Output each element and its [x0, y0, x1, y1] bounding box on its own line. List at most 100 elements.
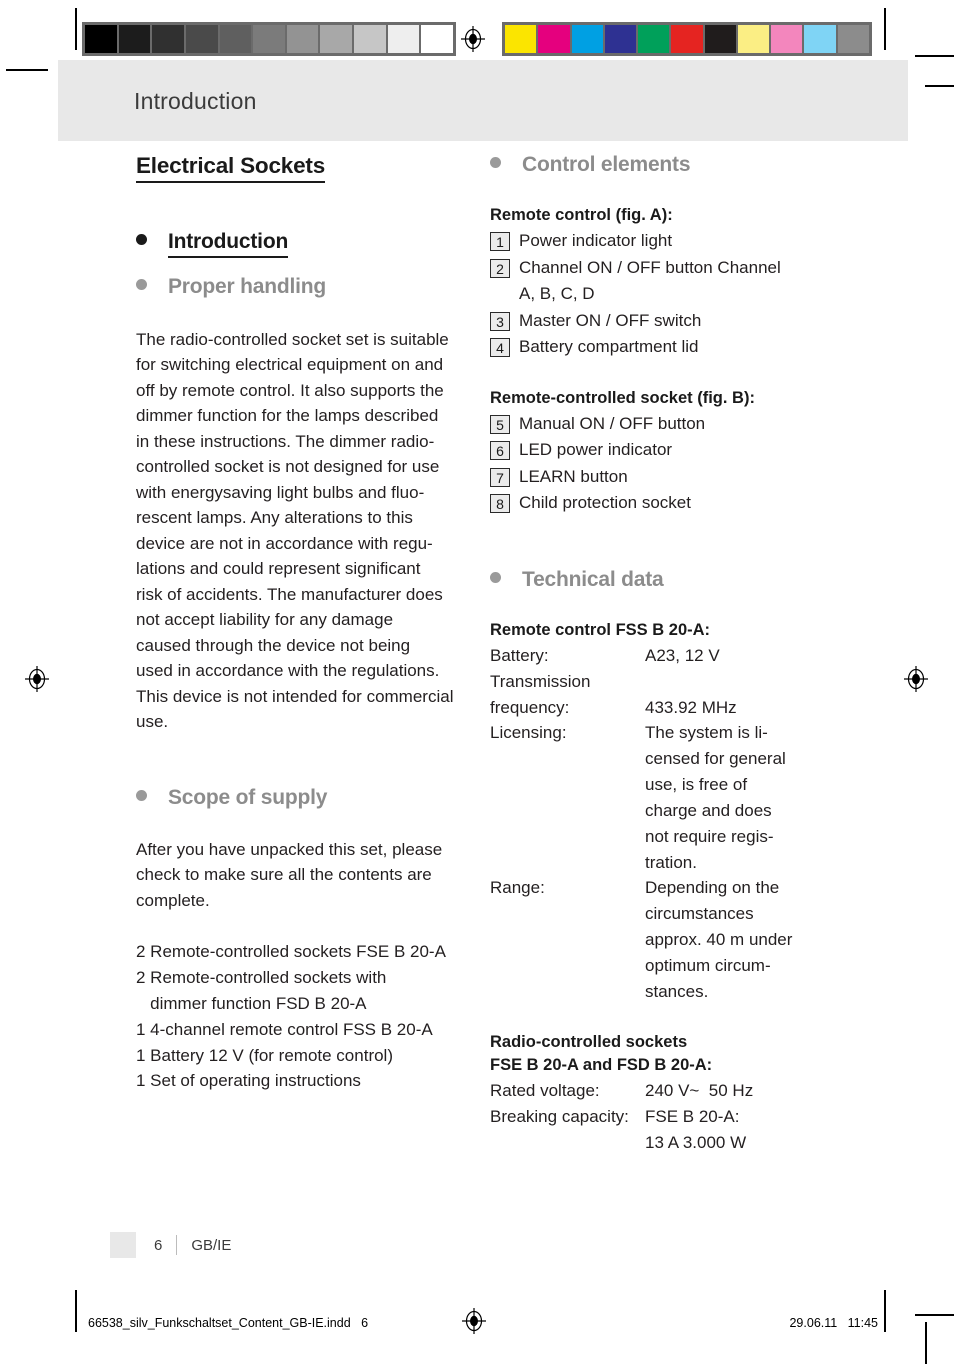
legend-item-label: Child protection socket [519, 490, 838, 517]
spec-table-sockets: Rated voltage: 240 V~ 50 Hz Breaking capac… [490, 1078, 838, 1155]
registration-mark-right-icon [903, 666, 929, 692]
crop-mark-top-right-vertical [884, 8, 886, 50]
legend-item: 8 Child protection socket [490, 490, 838, 517]
text-line: risk of accidents. The manufacturer does [136, 584, 443, 604]
bullet-icon [136, 234, 147, 245]
spec-key: Licensing: [490, 723, 567, 743]
footer-color-tab [110, 1232, 136, 1258]
text-line: caused through the device not being [136, 635, 411, 655]
text-line: lations and could represent significant [136, 559, 421, 578]
text-line: Channel ON / OFF button Channel [519, 257, 781, 277]
text-line: use, is free of [645, 775, 748, 795]
text-line [645, 669, 838, 695]
text-line: Child protection socket [519, 493, 691, 513]
text-line: 1 4-channel remote control FSS B 20-A [136, 1019, 433, 1039]
spec-title-sockets-line1: Radio-controlled sockets [490, 1032, 688, 1051]
text-line: charge and does [645, 800, 772, 820]
section-heading-control-elements: Control elements [490, 152, 838, 178]
legend-item-label: Battery compartment lid [519, 334, 838, 361]
text-line: use. [136, 712, 169, 731]
section-heading-scope-of-supply: Scope of supply [136, 785, 466, 811]
gray-swatch-10 [421, 25, 454, 53]
color-swatch-2 [571, 25, 605, 53]
spec-row: frequency: 433.92 MHz [490, 695, 838, 721]
spec-key: frequency: [490, 697, 570, 717]
text-line: in these instructions. The dimmer radio- [136, 431, 435, 451]
section-heading-proper-handling-label: Proper handling [168, 275, 327, 299]
spec-row: Battery: A23, 12 V [490, 643, 838, 669]
legend-item: 5 Manual ON / OFF button [490, 411, 838, 438]
spec-row: Range: Depending on the circumstances appro… [490, 875, 838, 1004]
print-production-footer: 66538_silv_Funkschaltset_Content_GB-IE.i… [88, 1312, 878, 1334]
text-line: After you have unpacked this set, please [136, 839, 443, 859]
text-line: This device is not intended for commerci… [136, 686, 454, 706]
section-heading-proper-handling: Proper handling [136, 274, 466, 300]
text-line: censed for general [645, 749, 786, 769]
bullet-icon [490, 157, 501, 168]
crop-mark-top-right-horizontal-a [915, 55, 954, 57]
legend-item-label: Channel ON / OFF button Channel A, B, C, … [519, 255, 838, 308]
subheading-remote-controlled-socket-fig-b: Remote-controlled socket (fig. B): [490, 388, 755, 407]
running-header-title: Introduction [134, 88, 257, 114]
legend-item-label: LED power indicator [519, 437, 838, 464]
legend-number-box: 6 [490, 441, 510, 461]
text-line: LED power indicator [519, 440, 673, 460]
spec-value: 240 V~ 50 Hz [645, 1078, 838, 1104]
color-swatch-3 [604, 25, 639, 53]
legend-item: 6 LED power indicator [490, 437, 838, 464]
bullet-icon [490, 571, 501, 583]
spec-key: Transmission [490, 671, 591, 691]
section-heading-technical-data: Technical data [490, 567, 838, 593]
text-line: rescent lamps. Any alterations to this [136, 508, 413, 527]
spec-value: Depending on the circumstances approx. 40 … [645, 875, 838, 1004]
running-header-band: Introduction [58, 60, 908, 141]
text-line: LEARN button [519, 466, 628, 486]
bullet-icon [136, 279, 147, 291]
footer-language-code: GB/IE [191, 1236, 232, 1254]
text-line: check to make sure all the contents are [136, 865, 432, 885]
color-swatch-10 [837, 25, 869, 53]
legend-item-label: LEARN button [519, 464, 838, 491]
spec-key: Range: [490, 878, 545, 898]
text-line: with energysaving light bulbs and fluo- [136, 482, 425, 502]
text-line: controlled socket is not designed for us… [136, 457, 440, 476]
legend-number-box: 1 [490, 232, 510, 252]
section-heading-scope-of-supply-label: Scope of supply [168, 785, 328, 809]
legend-number-box: 4 [490, 338, 510, 358]
color-swatch-0 [505, 25, 539, 53]
text-line: off by remote control. It also supports … [136, 380, 444, 400]
spec-title-sockets-line2: FSE B 20-A and FSD B 20-A: [490, 1056, 713, 1075]
gray-swatch-3 [185, 25, 220, 53]
text-line: for switching electrical equipment on an… [136, 355, 444, 374]
text-line: tration. [645, 852, 697, 872]
legend-item: 2 Channel ON / OFF button Channel A, B, C,… [490, 255, 838, 308]
text-line: Manual ON / OFF button [519, 413, 706, 433]
gray-swatch-1 [118, 25, 153, 53]
bullet-icon [136, 789, 147, 801]
crop-mark-bottom-right-vertical-b [925, 1322, 927, 1364]
text-line: Power indicator light [519, 231, 673, 251]
text-line: circumstances [645, 904, 754, 924]
text-line: The radio-controlled socket set is suita… [136, 329, 449, 349]
grayscale-calibration-bar [82, 22, 456, 56]
spec-title-remote-control: Remote control FSS B 20-A: [490, 620, 711, 639]
text-line: dimmer function for the lamps described [136, 406, 439, 425]
registration-mark-top-icon [460, 26, 486, 52]
text-line: Master ON / OFF switch [519, 310, 702, 330]
print-footer-timestamp: 29.06.11 11:45 [789, 1316, 878, 1330]
color-swatch-1 [538, 25, 572, 53]
legend-item-label: Master ON / OFF switch [519, 308, 838, 335]
left-column: Electrical Sockets Introduction Proper h… [136, 152, 466, 1156]
gray-swatch-8 [354, 25, 388, 53]
text-line: dimmer function FSD B 20-A [136, 993, 367, 1013]
text-line: 240 V~ 50 Hz [645, 1081, 754, 1101]
registration-mark-left-icon [24, 666, 50, 692]
color-swatch-5 [671, 25, 705, 53]
text-line: The system is li- [645, 723, 768, 743]
color-swatch-4 [638, 25, 672, 53]
print-footer-filename: 66538_silv_Funkschaltset_Content_GB-IE.i… [88, 1316, 369, 1330]
text-line: complete. [136, 890, 210, 910]
legend-number-box: 5 [490, 414, 510, 434]
color-swatch-9 [804, 25, 838, 53]
spec-row: Transmission [490, 669, 838, 695]
